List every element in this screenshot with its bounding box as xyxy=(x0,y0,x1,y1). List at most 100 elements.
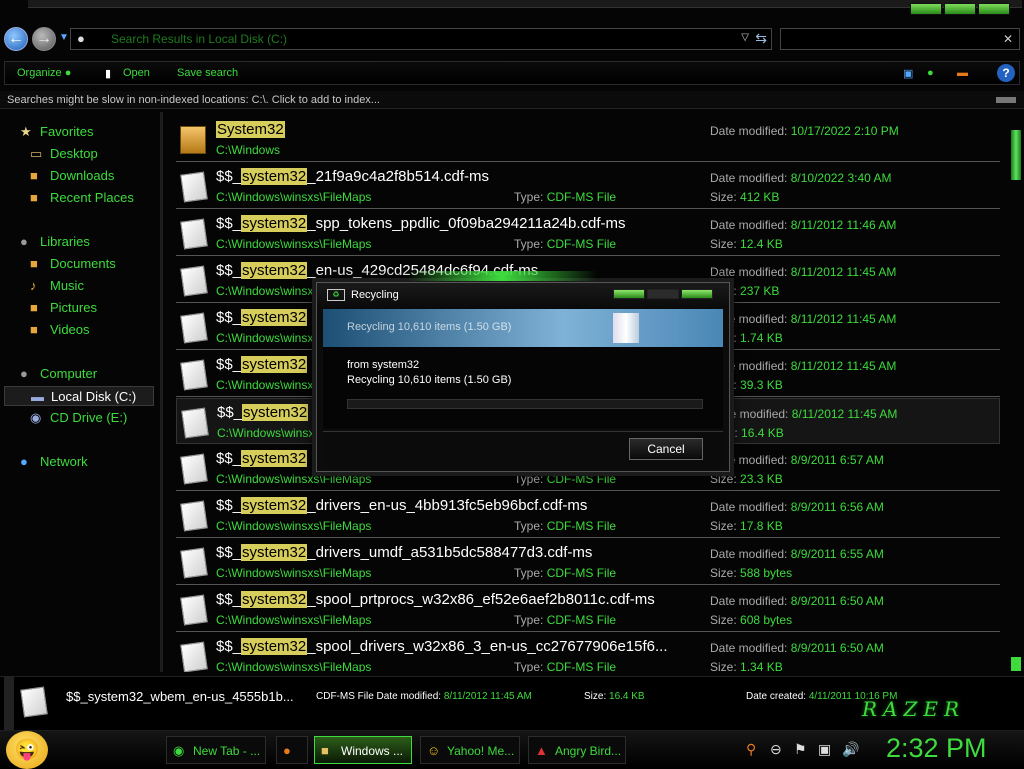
list-item[interactable]: $$_system32_drivers_en-us_4bb913fc5eb96b… xyxy=(176,492,1000,538)
start-button[interactable]: 😜 xyxy=(6,731,48,769)
taskbar-item-yahoo[interactable]: ☺ Yahoo! Me... xyxy=(420,736,520,764)
file-type: Type: CDF-MS File xyxy=(514,613,617,627)
forward-button[interactable]: → xyxy=(32,27,56,51)
file-name: System32 xyxy=(216,121,285,138)
organize-button[interactable]: Organize ● xyxy=(17,67,71,79)
pictures-icon: ■ xyxy=(30,300,38,315)
search-highlight: system32 xyxy=(241,356,308,373)
dialog-close-button[interactable] xyxy=(681,289,713,299)
details-type-date: CDF-MS File Date modified: 8/11/2012 11:… xyxy=(316,691,532,702)
yahoo-messenger-icon: ☺ xyxy=(427,743,441,758)
date-modified: Date modified: 8/9/2011 6:56 AM xyxy=(710,500,884,514)
list-item[interactable]: $$_system32_spool_drivers_w32x86_3_en-us… xyxy=(176,633,1000,672)
file-size: Size: 588 bytes xyxy=(710,566,793,580)
info-bar-text: Searches might be slow in non-indexed lo… xyxy=(7,94,380,106)
taskbar-item-angry-birds[interactable]: ▲ Angry Bird... xyxy=(528,736,626,764)
date-modified: Date modified: 8/10/2022 3:40 AM xyxy=(710,171,892,185)
info-bar[interactable]: Searches might be slow in non-indexed lo… xyxy=(0,91,1024,109)
razer-logo: RAZER xyxy=(862,697,966,721)
file-name: $$_system32_drivers_en-us_4bb913fc5eb96b… xyxy=(216,497,588,514)
cd-drive-icon: ◉ xyxy=(30,410,42,425)
details-size: Size: 16.4 KB xyxy=(584,691,645,702)
back-button[interactable]: ← xyxy=(4,27,28,51)
address-field[interactable]: ● Search Results in Local Disk (C:) ▽ ⇆ xyxy=(70,28,772,50)
volume-icon[interactable]: 🔊 xyxy=(842,741,859,758)
search-highlight: system32 xyxy=(241,262,308,279)
file-name: $$_system32_drivers_umdf_a531b5dc588477d… xyxy=(216,544,593,561)
address-dropdown-icon[interactable]: ▽ xyxy=(741,32,749,43)
file-size: Size: 23.3 KB xyxy=(710,472,783,486)
preview-pane-icon[interactable]: ▬ xyxy=(957,67,968,79)
chrome-icon: ◉ xyxy=(173,743,185,758)
file-name: $$_system32_spool_drivers_w32x86_3_en-us… xyxy=(216,638,668,655)
save-search-button[interactable]: Save search xyxy=(177,67,238,79)
clock[interactable]: 2:32 PM xyxy=(886,733,987,764)
clear-search-icon[interactable]: ✕ xyxy=(1003,32,1013,46)
open-button[interactable]: Open xyxy=(123,67,150,79)
recycle-bin-icon xyxy=(613,313,639,343)
search-input[interactable]: ✕ xyxy=(780,28,1020,50)
dialog-minimize-button[interactable] xyxy=(613,289,645,299)
list-item[interactable]: $$_system32_spp_tokens_ppdlic_0f09ba2942… xyxy=(176,210,1000,256)
dialog-from-text: from system32 xyxy=(347,359,420,371)
details-file-name: $$_system32_wbem_en-us_4555b1b... xyxy=(66,689,294,704)
network-tray-icon[interactable]: ▣ xyxy=(818,741,831,758)
dialog-titlebar[interactable]: ♻ Recycling xyxy=(317,283,729,309)
progress-bar xyxy=(347,399,703,409)
file-size: Size: 1.34 KB xyxy=(710,660,783,672)
dialog-title: Recycling xyxy=(351,289,399,301)
file-icon xyxy=(178,641,208,672)
close-button[interactable] xyxy=(978,3,1010,15)
taskbar-item-chrome[interactable]: ◉ New Tab - ... xyxy=(166,736,266,764)
file-type: Type: CDF-MS File xyxy=(514,190,617,204)
star-icon: ★ xyxy=(20,124,32,139)
file-name: $$_system32_spp_tokens_ppdlic_0f09ba2942… xyxy=(216,215,626,232)
help-icon[interactable]: ? xyxy=(997,64,1015,82)
search-highlight: system32 xyxy=(241,450,308,467)
list-item[interactable]: System32 C:\Windows Date modified: 10/17/2… xyxy=(176,116,1000,162)
recent-pages-chevron-icon[interactable]: ▼ xyxy=(59,32,69,43)
maximize-button[interactable] xyxy=(944,3,976,15)
view-menu-icon[interactable]: ● xyxy=(927,67,934,79)
videos-icon: ■ xyxy=(30,322,38,337)
file-icon xyxy=(178,359,208,391)
refresh-icon[interactable]: ⇆ xyxy=(755,30,767,47)
file-icon xyxy=(178,594,208,626)
cancel-button[interactable]: Cancel xyxy=(629,438,703,460)
file-name: $$_system32 xyxy=(216,309,308,326)
taskbar-item-explorer[interactable]: ■ Windows ... xyxy=(314,736,412,764)
pane-divider[interactable] xyxy=(160,112,163,672)
sidebar-item-local-disk[interactable]: ▬ Local Disk (C:) xyxy=(4,386,154,406)
search-highlight: system32 xyxy=(241,168,308,185)
file-icon xyxy=(20,686,50,720)
search-highlight: System32 xyxy=(216,121,285,138)
file-name: $$_system32_21f9a9c4a2f8b514.cdf-ms xyxy=(216,168,490,185)
taskbar-item-firefox[interactable]: ● xyxy=(276,736,308,764)
date-modified: Date modified: 8/9/2011 6:50 AM xyxy=(710,594,884,608)
list-item[interactable]: $$_system32_drivers_umdf_a531b5dc588477d… xyxy=(176,539,1000,585)
dialog-maximize-button[interactable] xyxy=(647,289,679,299)
info-bar-close-icon[interactable] xyxy=(996,97,1016,103)
file-icon xyxy=(178,500,208,532)
tray-icon[interactable]: ⊖ xyxy=(770,741,782,758)
address-bar-row: ← → ▼ ● Search Results in Local Disk (C:… xyxy=(0,24,1024,54)
file-path: C:\Windows\winsxs\FileMaps xyxy=(216,566,372,580)
navigation-pane: ★ Favorites ▭ Desktop ■ Downloads ■ Recent P… xyxy=(0,112,160,672)
scrollbar-thumb[interactable] xyxy=(1011,130,1021,180)
file-type: Type: CDF-MS File xyxy=(514,566,617,580)
scrollbar-down-arrow[interactable] xyxy=(1011,657,1021,671)
view-options-icon[interactable]: ▣ xyxy=(903,67,913,80)
recent-places-icon: ■ xyxy=(30,190,38,205)
list-item[interactable]: $$_system32_21f9a9c4a2f8b514.cdf-ms C:\Wi… xyxy=(176,163,1000,209)
action-center-icon[interactable]: ⚑ xyxy=(794,741,807,758)
file-type: Type: CDF-MS File xyxy=(514,237,617,251)
vertical-scrollbar[interactable] xyxy=(1010,112,1022,672)
minimize-button[interactable] xyxy=(910,3,942,15)
search-tray-icon[interactable]: ⚲ xyxy=(746,741,756,758)
file-icon xyxy=(179,407,209,439)
date-modified: Date modified: 8/11/2012 11:45 AM xyxy=(710,312,897,326)
list-item[interactable]: $$_system32_spool_prtprocs_w32x86_ef52e6… xyxy=(176,586,1000,632)
file-name: $$_system32 xyxy=(216,356,308,373)
search-highlight: system32 xyxy=(241,497,308,514)
date-modified: Date modified: 8/9/2011 6:57 AM xyxy=(710,453,884,467)
